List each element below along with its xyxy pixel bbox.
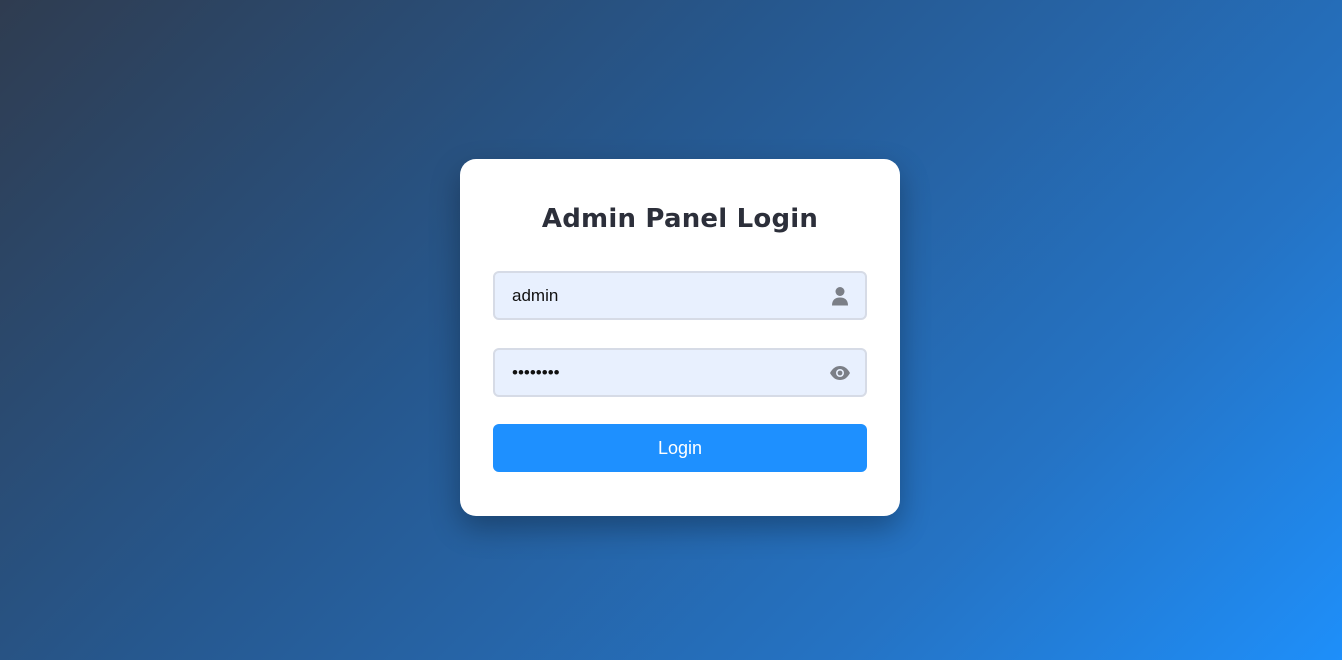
- user-icon: [829, 285, 851, 307]
- username-field-container: [493, 271, 867, 320]
- password-input[interactable]: [495, 350, 865, 395]
- login-card: Admin Panel Login Login: [460, 159, 900, 516]
- login-title: Admin Panel Login: [541, 204, 819, 234]
- login-button[interactable]: Login: [493, 424, 867, 472]
- password-field-container: [493, 348, 867, 397]
- eye-icon[interactable]: [829, 362, 851, 384]
- username-input[interactable]: [495, 273, 865, 318]
